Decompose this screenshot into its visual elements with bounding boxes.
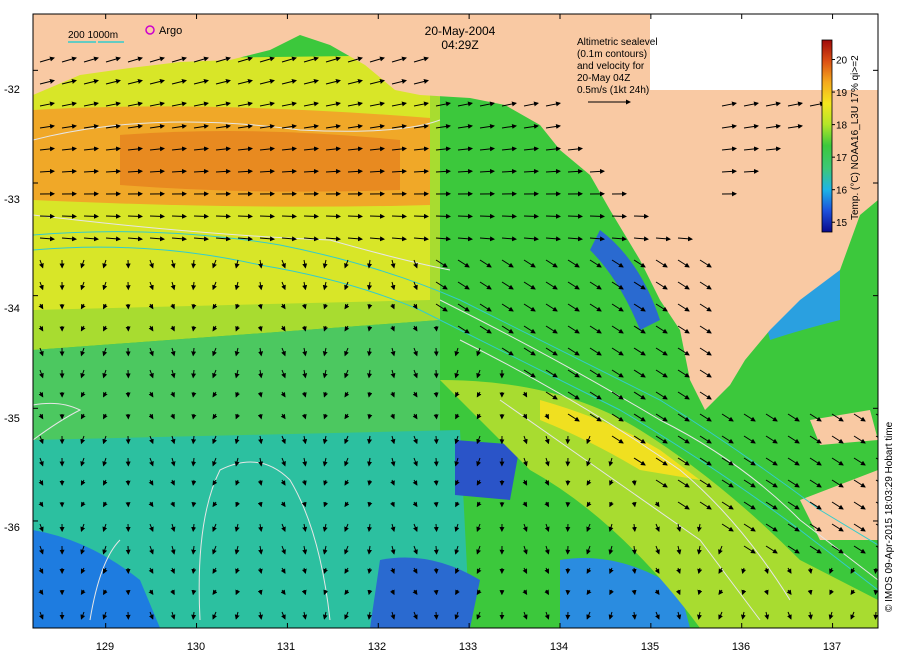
velocity-arrow-icon (433, 479, 439, 486)
velocity-arrow-icon (433, 391, 439, 398)
note-line: Altimetric sealevel (577, 37, 658, 48)
velocity-arrow-icon (433, 523, 439, 533)
time-label: 04:29Z (441, 38, 478, 52)
y-tick-label: -32 (4, 84, 20, 96)
velocity-arrow-icon (433, 589, 439, 596)
x-axis: 129 130 131 132 133 134 135 136 137 (96, 641, 841, 653)
x-tick-label: 130 (187, 641, 205, 653)
warm-water-core (120, 131, 400, 192)
colorbar-tick-label: 20 (836, 56, 848, 67)
velocity-arrow-icon (433, 369, 439, 379)
date-label: 20-May-2004 (425, 24, 496, 38)
isobath-legend-label: 200 1000m (68, 30, 118, 41)
no-data-region (650, 14, 878, 90)
y-tick-label: -34 (4, 303, 20, 315)
y-axis: -32 -33 -34 -35 -36 (4, 84, 20, 534)
x-tick-label: 137 (823, 641, 841, 653)
colorbar-tick-label: 19 (836, 88, 848, 99)
y-tick-label: -36 (4, 522, 20, 534)
colorbar-tick-label: 15 (836, 218, 848, 229)
note-line: and velocity for (577, 61, 645, 72)
note-line: (0.1m contours) (577, 49, 647, 60)
x-tick-label: 132 (368, 641, 386, 653)
colorbar-tick-label: 17 (836, 153, 848, 164)
velocity-arrow-icon (873, 611, 878, 620)
colorbar-tick-label: 16 (836, 186, 848, 197)
sst-map: 129 130 131 132 133 134 135 136 137 -32 … (4, 13, 895, 653)
x-tick-label: 131 (277, 641, 295, 653)
velocity-arrow-icon (873, 589, 878, 596)
credit-text: © IMOS 09-Apr-2015 18:03:29 Hobart time (884, 421, 895, 612)
x-tick-label: 129 (96, 641, 114, 653)
colorbar-title: Temp. (°C) NOAA16_L3U 17% qi>=2 (850, 55, 861, 220)
velocity-arrow-icon (433, 413, 439, 420)
plot-area (33, 14, 878, 628)
velocity-arrow-icon (433, 567, 439, 575)
velocity-arrow-icon (433, 545, 439, 555)
velocity-arrow-icon (873, 567, 878, 575)
velocity-arrow-icon (433, 457, 439, 467)
velocity-arrow-icon (433, 347, 439, 357)
velocity-arrow-icon (433, 501, 439, 508)
velocity-arrow-icon (433, 325, 439, 332)
y-tick-label: -35 (4, 413, 20, 425)
note-line: 20-May 04Z (577, 73, 630, 84)
y-tick-label: -33 (4, 194, 20, 206)
x-tick-label: 135 (641, 641, 659, 653)
x-tick-label: 133 (459, 641, 477, 653)
x-tick-label: 134 (550, 641, 568, 653)
argo-legend-label: Argo (159, 25, 182, 37)
colorbar-bar (821, 39, 833, 233)
x-tick-label: 136 (732, 641, 750, 653)
velocity-arrow-icon (433, 611, 439, 620)
note-line: 0.5m/s (1kt 24h) (577, 85, 649, 96)
velocity-arrow-icon (433, 435, 439, 445)
colorbar-tick-label: 18 (836, 121, 848, 132)
